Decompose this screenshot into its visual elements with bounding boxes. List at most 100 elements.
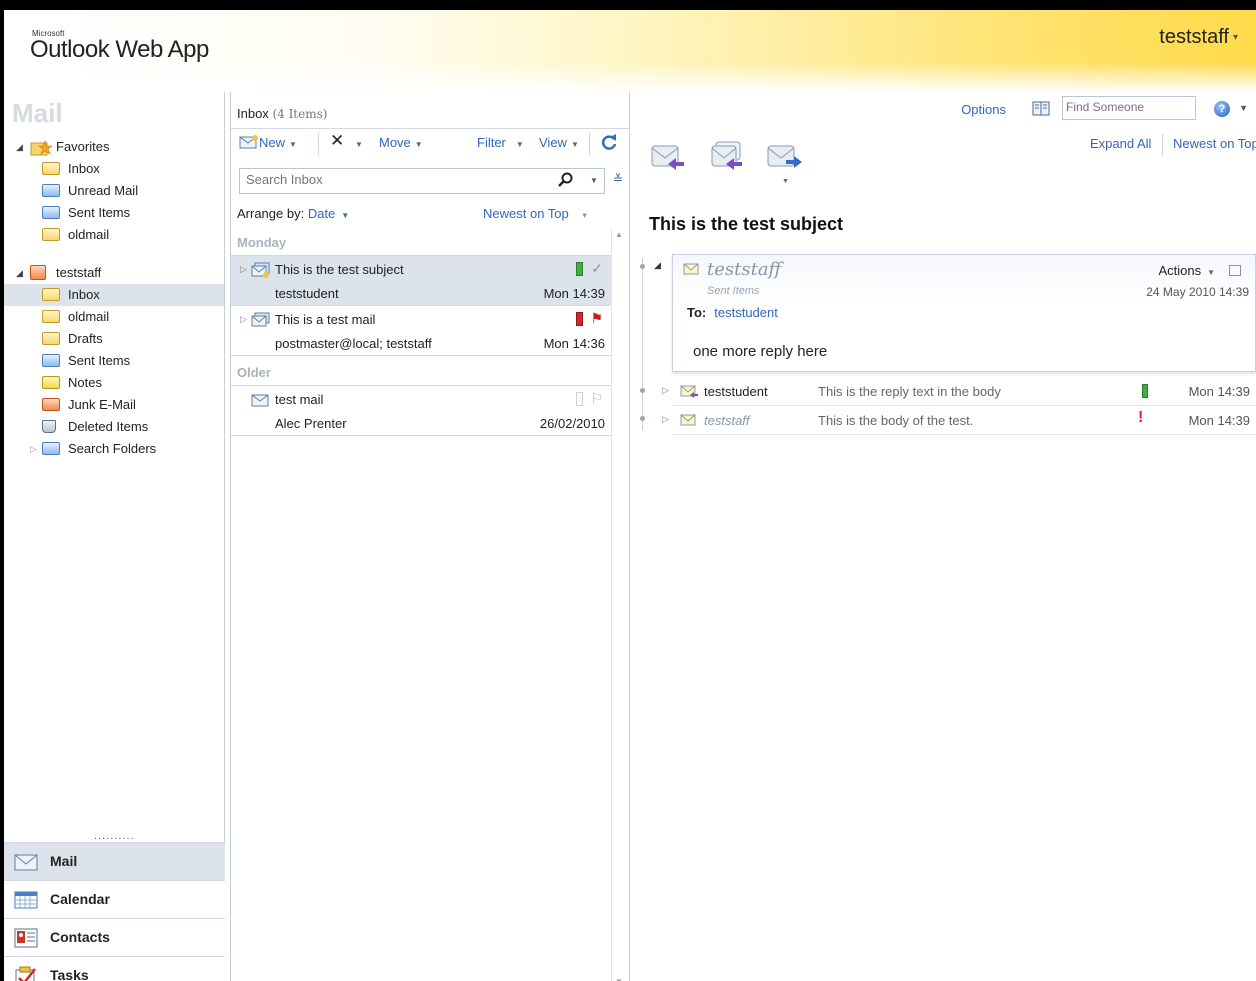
message-time: Mon 14:36 (543, 336, 605, 351)
expand-icon[interactable]: ▷ (240, 314, 247, 325)
find-someone-input[interactable] (1066, 100, 1194, 114)
fav-item-inbox[interactable]: Inbox (4, 158, 224, 180)
new-button[interactable]: New ▼ (239, 135, 297, 150)
help-icon[interactable]: ? (1214, 101, 1230, 117)
fav-item-unread-mail[interactable]: Unread Mail (4, 180, 224, 202)
selected-message-card[interactable]: teststaff Sent Items To: teststudent one … (672, 254, 1256, 372)
message-time: 26/02/2010 (539, 416, 605, 431)
thread-preview: This is the reply text in the body (818, 384, 1001, 399)
mailbox-item-inbox[interactable]: Inbox (4, 284, 224, 306)
collapse-icon[interactable]: ◢ (16, 136, 23, 158)
flag-icon[interactable]: ⚑ (590, 310, 603, 327)
mailbox-node[interactable]: ◢ teststaff (4, 262, 224, 284)
thread-item[interactable]: ▷ teststudent This is the reply text in … (662, 378, 1256, 406)
fav-item-label: oldmail (68, 227, 110, 242)
drafts-icon (42, 332, 60, 346)
expand-icon[interactable]: ▷ (240, 264, 247, 275)
nav-contacts-button[interactable]: Contacts (4, 918, 225, 956)
actions-label: Actions (1158, 263, 1202, 278)
check-icon[interactable]: ✓ (591, 260, 603, 277)
expand-search-icon[interactable]: ≚ (613, 172, 623, 186)
module-buttons: Mail Calendar Contacts Tasks (4, 842, 225, 981)
arrange-by[interactable]: Arrange by: Date ▼ (237, 206, 349, 221)
notes-icon (42, 376, 60, 390)
nav-mail-button[interactable]: Mail (4, 842, 225, 880)
reply-all-icon[interactable] (708, 138, 744, 174)
chevron-down-icon[interactable]: ▼ (1239, 103, 1248, 113)
delete-icon[interactable]: ✕ (330, 131, 344, 151)
reply-icon[interactable] (648, 138, 684, 174)
mailbox-item-sent-items[interactable]: Sent Items (4, 350, 224, 372)
resize-grip[interactable]: .......... (94, 830, 135, 842)
address-book-icon[interactable] (1032, 101, 1050, 116)
message-row[interactable]: ▷ This is the test subject teststudent M… (231, 256, 611, 306)
popout-icon[interactable] (1229, 265, 1241, 276)
message-row[interactable]: test mail Alec Prenter 26/02/2010 ⚐ (231, 386, 611, 436)
favorites-node[interactable]: ◢ Favorites (4, 136, 224, 158)
view-button[interactable]: View ▼ (539, 135, 579, 150)
sort-order[interactable]: Newest on Top ▼ (483, 206, 589, 221)
category-marker[interactable] (576, 392, 583, 406)
search-input[interactable] (246, 172, 546, 187)
toolbar-divider (318, 133, 319, 155)
folder-title: Inbox (4 Items) (237, 106, 327, 121)
scroll-down-icon[interactable]: ▼ (615, 977, 623, 981)
mailbox-item-deleted[interactable]: Deleted Items (4, 416, 224, 438)
mailbox-label: teststaff (56, 265, 102, 280)
flag-outline-icon[interactable]: ⚐ (590, 390, 603, 407)
find-someone-box[interactable] (1062, 96, 1196, 120)
recipient-link[interactable]: teststudent (714, 305, 778, 320)
search-inbox[interactable]: ▼ (239, 168, 605, 194)
category-marker[interactable] (576, 312, 583, 326)
fav-item-oldmail[interactable]: oldmail (4, 224, 224, 246)
message-subject: test mail (275, 392, 324, 407)
scroll-up-icon[interactable]: ▲ (615, 230, 623, 239)
conversation-sort-link[interactable]: Newest on Top (1173, 136, 1256, 151)
chevron-down-icon[interactable]: ▼ (590, 176, 598, 185)
mailbox-item-label: Junk E-Mail (68, 397, 136, 412)
move-button[interactable]: Move ▼ (379, 135, 423, 150)
forward-icon[interactable] (766, 138, 802, 174)
nav-label: Calendar (50, 891, 110, 907)
nav-tasks-button[interactable]: Tasks (4, 956, 225, 981)
expand-all-link[interactable]: Expand All (1090, 136, 1151, 151)
list-scrollbar[interactable]: ▲ ▼ (611, 228, 627, 981)
search-icon[interactable] (558, 172, 574, 191)
actions-menu[interactable]: Actions ▼ (1158, 263, 1215, 278)
refresh-icon[interactable] (601, 133, 617, 154)
user-menu[interactable]: teststaff ▾ (1159, 26, 1238, 49)
search-folder-icon (42, 442, 60, 456)
chevron-down-icon[interactable]: ▼ (782, 178, 789, 185)
message-row[interactable]: ▷ This is a test mail postmaster@local; … (231, 306, 611, 356)
message-sender[interactable]: teststaff (707, 259, 781, 280)
expand-icon[interactable]: ▷ (30, 438, 37, 460)
sort-label: Newest on Top (483, 206, 569, 221)
expand-icon[interactable]: ▷ (662, 414, 669, 425)
category-marker[interactable] (1142, 384, 1148, 398)
fav-item-sent-items[interactable]: Sent Items (4, 202, 224, 224)
favorites-label: Favorites (56, 139, 110, 154)
filter-button[interactable]: Filter ▼ (477, 135, 524, 150)
mailbox-item-notes[interactable]: Notes (4, 372, 224, 394)
nav-calendar-button[interactable]: Calendar (4, 880, 225, 918)
mailbox-item-oldmail[interactable]: oldmail (4, 306, 224, 328)
collapse-icon[interactable]: ◢ (654, 260, 661, 271)
favorites-icon (30, 140, 53, 156)
collapse-icon[interactable]: ◢ (16, 262, 23, 284)
mailbox-item-drafts[interactable]: Drafts (4, 328, 224, 350)
category-marker[interactable] (576, 262, 583, 276)
thread-time: Mon 14:39 (1188, 384, 1250, 399)
divider (1162, 134, 1163, 156)
mailbox-item-junk[interactable]: Junk E-Mail (4, 394, 224, 416)
mailbox-item-search-folders[interactable]: ▷ Search Folders (4, 438, 224, 460)
options-link[interactable]: Options (961, 102, 1006, 117)
message-list: Monday ▷ This is the test subject testst… (231, 226, 611, 436)
expand-icon[interactable]: ▷ (662, 385, 669, 396)
delete-dropdown[interactable]: ▼ (355, 135, 363, 150)
chevron-down-icon[interactable]: ▼ (289, 140, 297, 149)
thread-item[interactable]: ▷ teststaff This is the body of the test… (662, 407, 1256, 435)
envelope-icon (680, 385, 698, 398)
chevron-down-icon: ▼ (414, 140, 423, 149)
mailbox-item-label: Inbox (68, 287, 100, 302)
